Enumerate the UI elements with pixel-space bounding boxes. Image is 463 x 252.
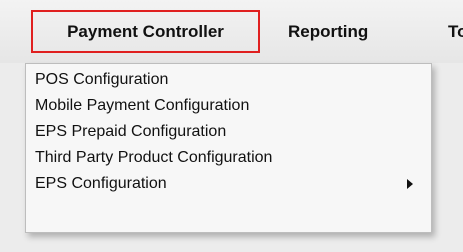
menu-item-eps-configuration[interactable]: EPS Configuration — [35, 171, 423, 197]
menu-payment-controller[interactable]: Payment Controller — [31, 10, 260, 53]
menu-item-eps-configuration-label: EPS Configuration — [35, 175, 167, 192]
menu-item-eps-prepaid-configuration[interactable]: EPS Prepaid Configuration — [35, 119, 423, 145]
menu-reporting[interactable]: Reporting — [288, 10, 368, 53]
menu-item-pos-configuration[interactable]: POS Configuration — [35, 67, 423, 93]
menu-tools[interactable]: To — [448, 10, 463, 53]
menu-bar: Payment Controller Reporting To — [0, 0, 463, 63]
menu-item-third-party-product-configuration[interactable]: Third Party Product Configuration — [35, 145, 423, 171]
menu-item-mobile-payment-configuration[interactable]: Mobile Payment Configuration — [35, 93, 423, 119]
triangle-right-icon — [407, 179, 413, 189]
payment-controller-dropdown: POS Configuration Mobile Payment Configu… — [25, 63, 432, 233]
